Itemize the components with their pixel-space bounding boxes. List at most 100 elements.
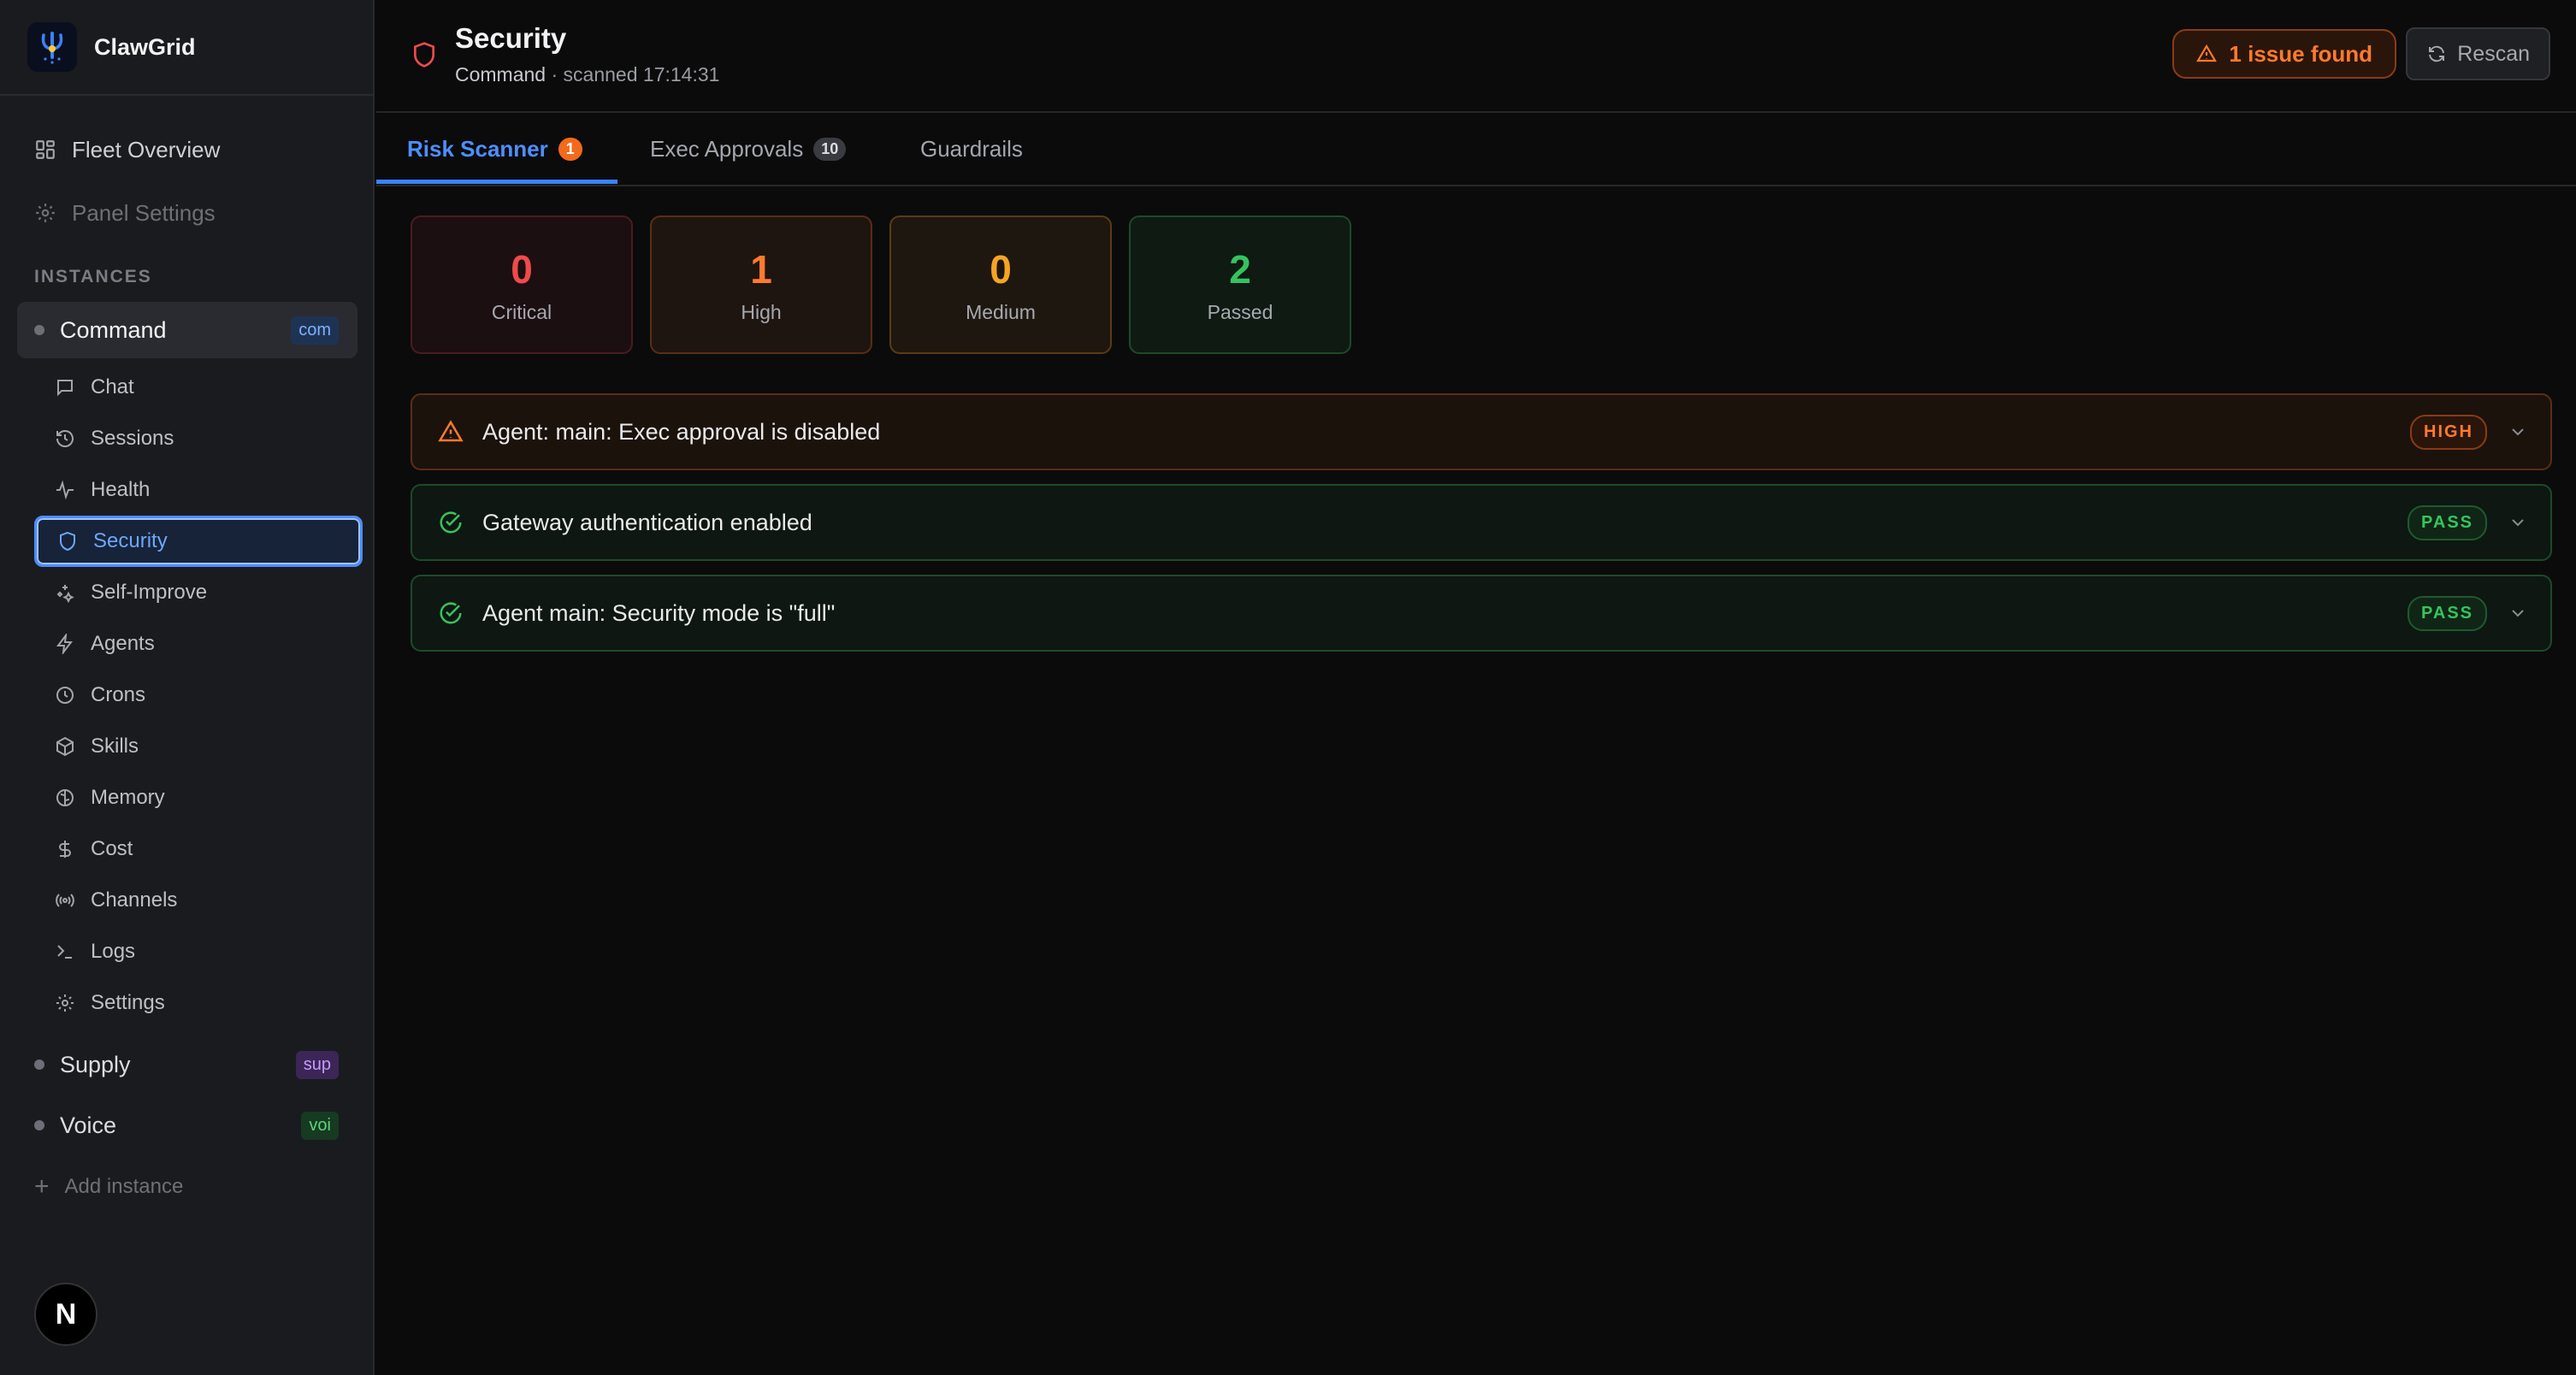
sub-nav-label: Crons <box>91 683 146 706</box>
avatar[interactable]: N <box>34 1283 97 1346</box>
tab-risk-scanner[interactable]: Risk Scanner 1 <box>407 113 582 185</box>
warning-icon <box>438 420 464 442</box>
nav-fleet-overview[interactable]: Fleet Overview <box>17 118 356 181</box>
sub-nav-logs[interactable]: Logs <box>34 926 363 977</box>
sub-nav-label: Memory <box>91 786 165 809</box>
history-icon <box>56 430 74 447</box>
radio-icon <box>56 894 74 907</box>
sub-nav-label: Health <box>91 478 151 501</box>
instance-tag: com <box>291 316 339 345</box>
instance-name: Command <box>455 63 547 86</box>
sub-nav-chat[interactable]: Chat <box>34 362 363 413</box>
instance-name: Supply <box>60 1051 131 1077</box>
nav-panel-settings[interactable]: Panel Settings <box>17 181 356 245</box>
tab-badge: 10 <box>813 137 847 161</box>
add-instance-button[interactable]: + Add instance <box>34 1170 183 1204</box>
instance-command[interactable]: Command com <box>17 302 357 358</box>
status-badge: PASS <box>2408 505 2487 540</box>
sub-nav-sessions[interactable]: Sessions <box>34 413 363 464</box>
nav-label: Fleet Overview <box>72 136 221 162</box>
grid-icon <box>36 140 55 159</box>
finding-row[interactable]: Agent main: Security mode is "full" PASS <box>411 575 2552 652</box>
stat-value: 1 <box>750 246 772 292</box>
finding-title: Agent: main: Exec approval is disabled <box>482 418 881 445</box>
stat-value: 0 <box>990 246 1012 292</box>
instance-name: Voice <box>60 1112 117 1138</box>
claw-logo-icon <box>27 22 77 72</box>
sub-nav-label: Self-Improve <box>91 581 208 604</box>
instance-tag: sup <box>295 1050 339 1079</box>
stat-label: High <box>741 300 782 323</box>
top-nav: Fleet Overview Panel Settings <box>17 118 356 245</box>
app-name: ClawGrid <box>94 33 196 60</box>
shield-icon <box>60 531 75 552</box>
sub-nav-label: Chat <box>91 375 134 398</box>
bolt-icon <box>56 634 73 654</box>
stat-critical: 0 Critical <box>411 215 633 354</box>
active-tab-indicator <box>376 180 617 184</box>
stat-label: Critical <box>491 300 552 323</box>
warning-icon <box>2196 44 2218 62</box>
instance-supply[interactable]: Supply sup <box>17 1036 357 1093</box>
brand[interactable]: ClawGrid <box>27 19 196 75</box>
sub-nav-memory[interactable]: Memory <box>34 772 363 823</box>
instance-voice[interactable]: Voice voi <box>17 1097 357 1154</box>
stat-high: 1 High <box>650 215 872 354</box>
status-dot <box>34 1120 44 1130</box>
gear-icon <box>56 994 74 1012</box>
tab-badge: 1 <box>558 137 582 161</box>
sub-nav-crons[interactable]: Crons <box>34 670 363 721</box>
instance-sub-nav: Chat Sessions Health Security Self-Impro… <box>34 362 363 1029</box>
stat-passed: 2 Passed <box>1129 215 1351 354</box>
tab-label: Exec Approvals <box>650 135 804 162</box>
tab-exec-approvals[interactable]: Exec Approvals 10 <box>650 113 847 185</box>
clock-icon <box>56 687 74 704</box>
stat-value: 0 <box>511 246 533 292</box>
sub-nav-channels[interactable]: Channels <box>34 875 363 926</box>
sub-nav-agents[interactable]: Agents <box>34 618 363 670</box>
nav-label: Panel Settings <box>72 199 216 226</box>
terminal-icon <box>57 945 72 959</box>
finding-title: Agent main: Security mode is "full" <box>482 599 836 626</box>
finding-title: Gateway authentication enabled <box>482 509 812 535</box>
status-badge: PASS <box>2408 595 2487 631</box>
brain-icon <box>56 789 74 806</box>
main-content: Security Command · scanned 17:14:31 1 is… <box>376 0 2576 1375</box>
sub-nav-cost[interactable]: Cost <box>34 823 363 875</box>
page-title: Security <box>455 22 567 54</box>
scanned-time: · scanned 17:14:31 <box>551 63 720 86</box>
sub-nav-label: Cost <box>91 837 133 860</box>
instance-tag: voi <box>301 1111 339 1140</box>
sub-nav-skills[interactable]: Skills <box>34 721 363 772</box>
sub-nav-label: Logs <box>91 940 136 963</box>
issues-found-button[interactable]: 1 issue found <box>2172 29 2396 79</box>
finding-row[interactable]: Gateway authentication enabled PASS <box>411 484 2552 561</box>
chevron-down-icon[interactable] <box>2508 603 2528 623</box>
instances-section-label: INSTANCES <box>34 267 152 286</box>
rescan-button[interactable]: Rescan <box>2406 27 2550 80</box>
check-circle-icon <box>440 602 462 624</box>
status-dot <box>34 1059 44 1070</box>
check-circle-icon <box>440 511 462 534</box>
shield-icon <box>414 42 434 68</box>
stat-value: 2 <box>1229 246 1251 292</box>
tab-bar: Risk Scanner 1 Exec Approvals 10 Guardra… <box>376 113 2576 186</box>
severity-badge: HIGH <box>2410 414 2487 450</box>
tab-guardrails[interactable]: Guardrails <box>920 113 1023 185</box>
app-root: ClawGrid Fleet Overview Panel Settings I… <box>0 0 2576 1375</box>
sub-nav-label: Skills <box>91 735 139 758</box>
plus-icon: + <box>34 1172 50 1201</box>
sub-nav-label: Security <box>93 529 168 552</box>
sub-nav-health[interactable]: Health <box>34 464 363 516</box>
gear-icon <box>36 204 55 222</box>
sub-nav-label: Settings <box>91 991 165 1014</box>
sub-nav-self-improve[interactable]: Self-Improve <box>34 567 363 618</box>
sub-nav-label: Sessions <box>91 427 174 450</box>
chevron-down-icon[interactable] <box>2508 512 2528 533</box>
chevron-down-icon[interactable] <box>2508 422 2528 442</box>
rescan-label: Rescan <box>2457 41 2530 66</box>
dollar-icon <box>59 841 71 858</box>
sub-nav-settings[interactable]: Settings <box>34 977 363 1029</box>
sub-nav-security[interactable]: Security <box>34 516 363 567</box>
finding-row[interactable]: Agent: main: Exec approval is disabled H… <box>411 393 2552 470</box>
